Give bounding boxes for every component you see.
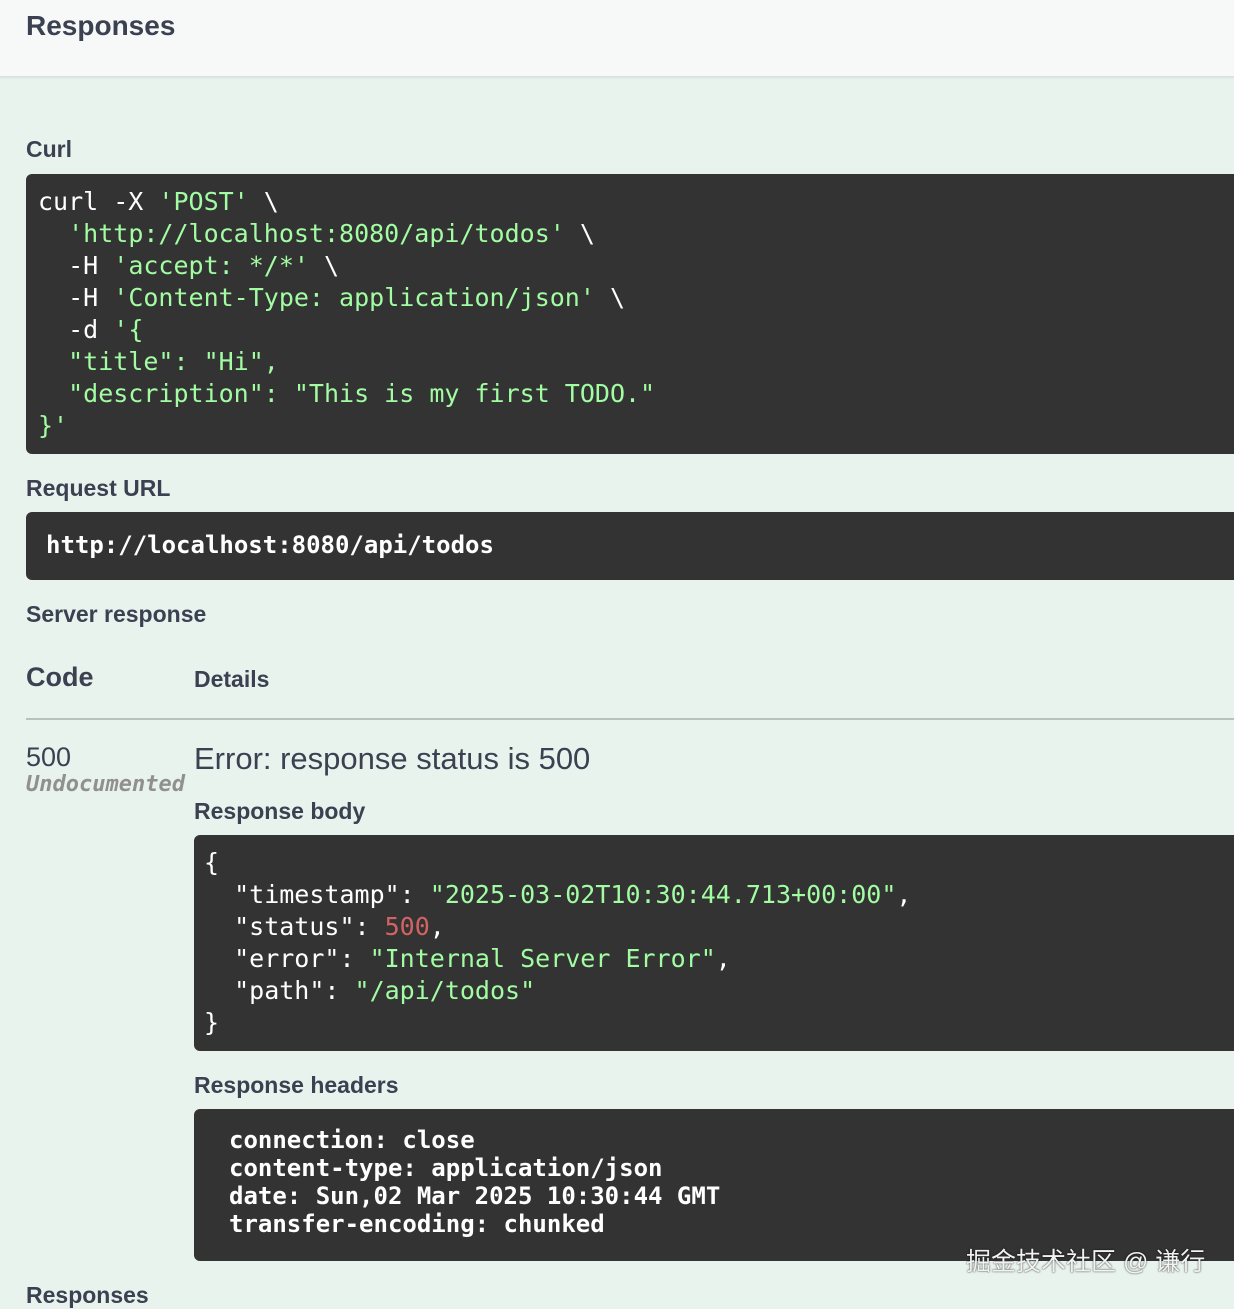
response-header-line: transfer-encoding: chunked (229, 1210, 605, 1238)
responses-header-bar: Responses (0, 0, 1234, 77)
code-token: "timestamp": (204, 880, 430, 909)
curl-line: "description": "This is my first TODO." (38, 378, 1234, 410)
code-column-header: Code (26, 662, 94, 692)
code-token: "2025-03-02T10:30:44.713+00:00" (429, 880, 897, 909)
code-token: , (429, 912, 445, 941)
code-token: 'Content-Type: application/json' (113, 283, 595, 312)
responses-footer-label: Responses (26, 1282, 149, 1308)
code-token: { (204, 848, 220, 877)
curl-line: -H 'accept: */*' \ (38, 250, 1234, 282)
response-body-line: "error": "Internal Server Error", (204, 943, 1234, 975)
response-body-line: { (204, 847, 1234, 879)
response-header-line: content-type: application/json (229, 1154, 663, 1182)
code-token: "description": "This is my first TODO." (38, 379, 656, 408)
request-url-value: http://localhost:8080/api/todos (46, 531, 494, 559)
request-url-block[interactable]: http://localhost:8080/api/todos (26, 512, 1234, 580)
code-token: \ (594, 283, 626, 312)
code-token: \ (308, 251, 340, 280)
request-url-label: Request URL (26, 475, 171, 501)
details-column-header: Details (194, 666, 270, 692)
error-message: Error: response status is 500 (194, 741, 591, 776)
code-token: -d (38, 315, 114, 344)
code-token: -H (38, 283, 114, 312)
response-body-line: "status": 500, (204, 911, 1234, 943)
curl-line: -d '{ (38, 314, 1234, 346)
curl-line: -H 'Content-Type: application/json' \ (38, 282, 1234, 314)
server-response-label: Server response (26, 601, 207, 627)
response-headers-block[interactable]: connection: close content-type: applicati… (194, 1109, 1234, 1261)
code-token: 'http://localhost:8080/api/todos' (68, 219, 565, 248)
table-divider (26, 718, 1234, 720)
curl-line: "title": "Hi", (38, 346, 1234, 378)
code-token: -H (38, 251, 114, 280)
code-token: "error": (204, 944, 370, 973)
response-header-line: connection: close (229, 1126, 475, 1154)
code-token: curl -X (38, 187, 159, 216)
code-token: \ (248, 187, 279, 216)
response-headers-label: Response headers (194, 1072, 399, 1098)
response-body-line: } (204, 1007, 1234, 1039)
curl-label: Curl (26, 136, 72, 162)
curl-line: }' (38, 410, 1234, 442)
curl-code-block[interactable]: curl -X 'POST' \ 'http://localhost:8080/… (26, 174, 1234, 454)
response-body-block[interactable]: { "timestamp": "2025-03-02T10:30:44.713+… (194, 835, 1234, 1051)
code-token: "path": (204, 976, 355, 1005)
code-token: , (896, 880, 912, 909)
section-title: Responses (26, 10, 176, 41)
code-token: "Internal Server Error" (369, 944, 716, 973)
watermark: 掘金技术社区 @ 谦行 (966, 1248, 1206, 1276)
code-token: } (204, 1008, 220, 1037)
code-token: "status": (204, 912, 385, 941)
response-header-line: date: Sun,02 Mar 2025 10:30:44 GMT (229, 1182, 721, 1210)
code-token: 'POST' (158, 187, 249, 216)
code-token: \ (564, 219, 595, 248)
response-body-line: "path": "/api/todos" (204, 975, 1234, 1007)
code-token: }' (38, 411, 69, 440)
code-token: "/api/todos" (354, 976, 536, 1005)
curl-line: curl -X 'POST' \ (38, 186, 1234, 218)
response-body-line: "timestamp": "2025-03-02T10:30:44.713+00… (204, 879, 1234, 911)
curl-line: 'http://localhost:8080/api/todos' \ (38, 218, 1234, 250)
code-token: '{ (113, 315, 144, 344)
code-token: , (715, 944, 731, 973)
status-undocumented-note: Undocumented (26, 772, 185, 797)
code-token: 500 (384, 912, 430, 941)
response-body-label: Response body (194, 798, 366, 824)
code-token: 'accept: */*' (113, 251, 309, 280)
status-code: 500 (26, 742, 72, 772)
code-token: "title": "Hi", (38, 347, 279, 376)
